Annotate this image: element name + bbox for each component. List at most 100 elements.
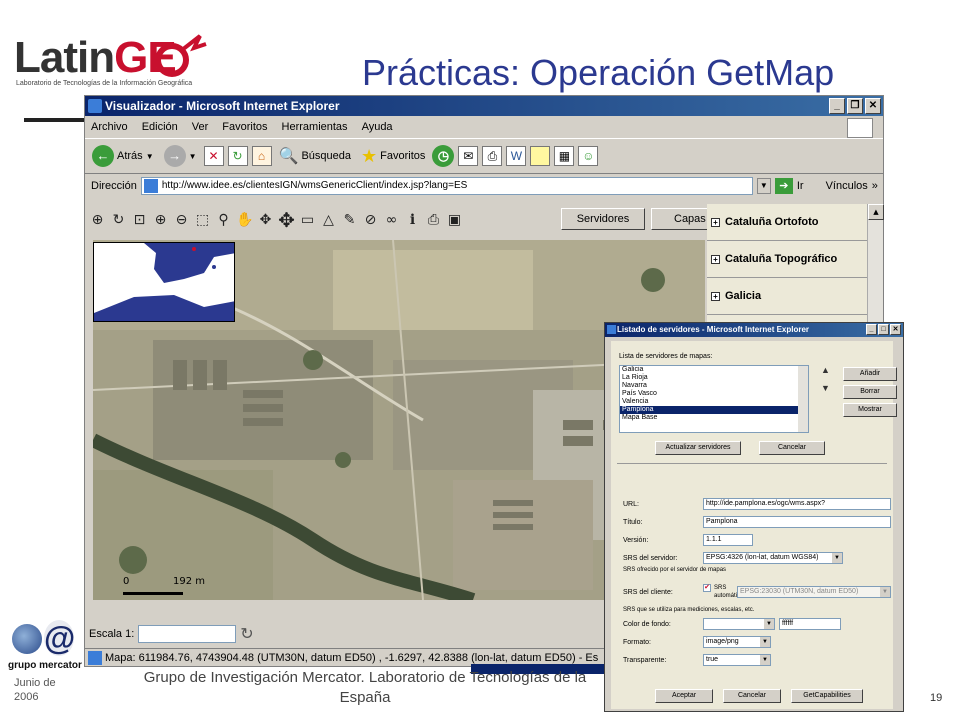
links-more[interactable]: » (872, 175, 878, 197)
save-icon[interactable]: ▣ (446, 210, 463, 230)
pan-arrows-icon[interactable]: ✥ (278, 210, 295, 230)
go-button[interactable]: Ir (797, 175, 804, 197)
expand-icon[interactable]: + (711, 291, 720, 301)
chevron-down-icon[interactable]: ▼ (760, 637, 770, 647)
dialog-body: Lista de servidores de mapas: Galicia La… (611, 341, 897, 709)
info-icon[interactable]: i (404, 210, 421, 230)
delete-server-button[interactable]: Borrar (843, 385, 897, 399)
note-icon[interactable] (530, 146, 551, 166)
favorites-button[interactable]: ★ Favoritos (358, 142, 428, 170)
print-icon[interactable]: ⎙ (482, 146, 503, 166)
magnify-icon[interactable]: ⚲ (215, 210, 232, 230)
expand-icon[interactable]: + (711, 217, 720, 227)
restore-button[interactable]: ❐ (847, 98, 863, 114)
forward-dropdown-icon[interactable]: ▼ (189, 152, 197, 161)
chevron-down-icon[interactable]: ▼ (832, 553, 842, 563)
list-item[interactable]: La Rioja (620, 374, 808, 382)
menu-herramientas[interactable]: Herramientas (282, 116, 348, 138)
zoom-in-icon[interactable]: ⊕ (152, 210, 169, 230)
close-button[interactable]: ✕ (865, 98, 881, 114)
links-label[interactable]: Vínculos (826, 175, 868, 197)
minimize-button[interactable]: _ (829, 98, 845, 114)
forward-button[interactable]: → ▼ (161, 142, 200, 170)
srs-client-label: SRS del cliente: (623, 589, 673, 596)
expand-icon[interactable]: + (711, 254, 720, 264)
edit-icon[interactable]: ✎ (341, 210, 358, 230)
list-item[interactable]: País Vasco (620, 390, 808, 398)
search-button[interactable]: 🔍 Búsqueda (276, 142, 354, 170)
info-globe-icon[interactable]: ⊕ (89, 210, 106, 230)
print-map-icon[interactable]: ⎙ (425, 210, 442, 230)
list-item[interactable]: Navarra (620, 382, 808, 390)
binoculars-icon[interactable]: ∞ (383, 210, 400, 230)
servers-button[interactable]: Servidores (561, 208, 645, 230)
layer-item[interactable]: + Cataluña Ortofoto (707, 204, 883, 241)
address-input[interactable]: http://www.idee.es/clientesIGN/wmsGeneri… (140, 177, 753, 195)
back-button[interactable]: ← Atrás ▼ (89, 142, 157, 170)
url-input[interactable]: http://ide.pamplona.es/ogc/wms.aspx? (703, 498, 891, 510)
list-item[interactable]: Galicia (620, 366, 808, 374)
stop-icon[interactable]: ✕ (203, 146, 224, 166)
clear-icon[interactable]: ⊘ (362, 210, 379, 230)
go-arrow-icon[interactable]: ➔ (774, 178, 793, 194)
layer-item[interactable]: + Galicia (707, 278, 883, 315)
list-item[interactable]: Mapa Base (620, 414, 808, 422)
move-icon[interactable]: ✥ (257, 210, 274, 230)
zoom-out-icon[interactable]: ⊖ (173, 210, 190, 230)
measure-area-icon[interactable]: △ (320, 210, 337, 230)
select-area-icon[interactable]: ⬚ (194, 210, 211, 230)
research-icon[interactable]: ▦ (554, 146, 575, 166)
accept-button[interactable]: Aceptar (655, 689, 713, 703)
history-icon[interactable]: ◷ (432, 145, 455, 167)
refresh-map-icon[interactable]: ↻ (110, 210, 127, 230)
dialog-close-button[interactable]: ✕ (890, 324, 901, 335)
version-input[interactable]: 1.1.1 (703, 534, 753, 546)
menu-ayuda[interactable]: Ayuda (362, 116, 393, 138)
scroll-up-icon[interactable]: ▲ (868, 204, 884, 220)
menu-edicion[interactable]: Edición (142, 116, 178, 138)
messenger-icon[interactable]: ☺ (578, 146, 599, 166)
chevron-down-icon[interactable]: ▼ (880, 587, 890, 597)
getcapabilities-button[interactable]: GetCapabilities (791, 689, 863, 703)
show-server-button[interactable]: Mostrar (843, 403, 897, 417)
server-listbox[interactable]: Galicia La Rioja Navarra País Vasco Vale… (619, 365, 809, 433)
pan-hand-icon[interactable]: ✋ (236, 210, 253, 230)
srs-auto-checkbox[interactable]: ✔ (703, 584, 711, 592)
layers-button[interactable]: Capas (651, 208, 709, 230)
mail-icon[interactable]: ✉ (458, 146, 479, 166)
dialog-maximize-button[interactable]: □ (878, 324, 889, 335)
menu-favoritos[interactable]: Favoritos (222, 116, 267, 138)
layer-item[interactable]: + Cataluña Topográfico (707, 241, 883, 278)
cancel-button[interactable]: Cancelar (723, 689, 781, 703)
chevron-down-icon[interactable]: ▼ (764, 619, 774, 629)
list-item-selected[interactable]: Pamplona (620, 406, 808, 414)
transparent-select[interactable]: true ▼ (703, 654, 771, 666)
scale-input[interactable] (138, 625, 237, 643)
bg-color-select[interactable]: ▼ (703, 618, 775, 630)
overview-inset-map[interactable] (93, 242, 235, 322)
listbox-scrollbar[interactable] (798, 366, 808, 432)
move-down-icon[interactable]: ▼ (821, 383, 830, 393)
zoom-box-icon[interactable]: ⊡ (131, 210, 148, 230)
format-select[interactable]: image/png ▼ (703, 636, 771, 648)
home-icon[interactable]: ⌂ (251, 146, 272, 166)
address-dropdown-icon[interactable]: ▼ (756, 178, 771, 194)
srs-server-select[interactable]: EPSG:4326 (lon-lat, datum WGS84) ▼ (703, 552, 843, 564)
list-item[interactable]: Valencia (620, 398, 808, 406)
dialog-minimize-button[interactable]: _ (866, 324, 877, 335)
menu-archivo[interactable]: Archivo (91, 116, 128, 138)
update-servers-button[interactable]: Actualizar servidores (655, 441, 741, 455)
cancel-top-button[interactable]: Cancelar (759, 441, 825, 455)
title-input[interactable]: Pamplona (703, 516, 891, 528)
word-icon[interactable]: W (506, 146, 527, 166)
apply-scale-icon[interactable]: ↻ (240, 624, 253, 644)
back-dropdown-icon[interactable]: ▼ (146, 152, 154, 161)
srs-client-select[interactable]: EPSG:23030 (UTM30N, datum ED50) ▼ (737, 586, 891, 598)
chevron-down-icon[interactable]: ▼ (760, 655, 770, 665)
refresh-icon[interactable]: ↻ (227, 146, 248, 166)
ruler-icon[interactable]: ▭ (299, 210, 316, 230)
bg-color-input[interactable]: ffffff (779, 618, 841, 630)
menu-ver[interactable]: Ver (192, 116, 209, 138)
move-up-icon[interactable]: ▲ (821, 365, 830, 375)
add-server-button[interactable]: Añadir (843, 367, 897, 381)
